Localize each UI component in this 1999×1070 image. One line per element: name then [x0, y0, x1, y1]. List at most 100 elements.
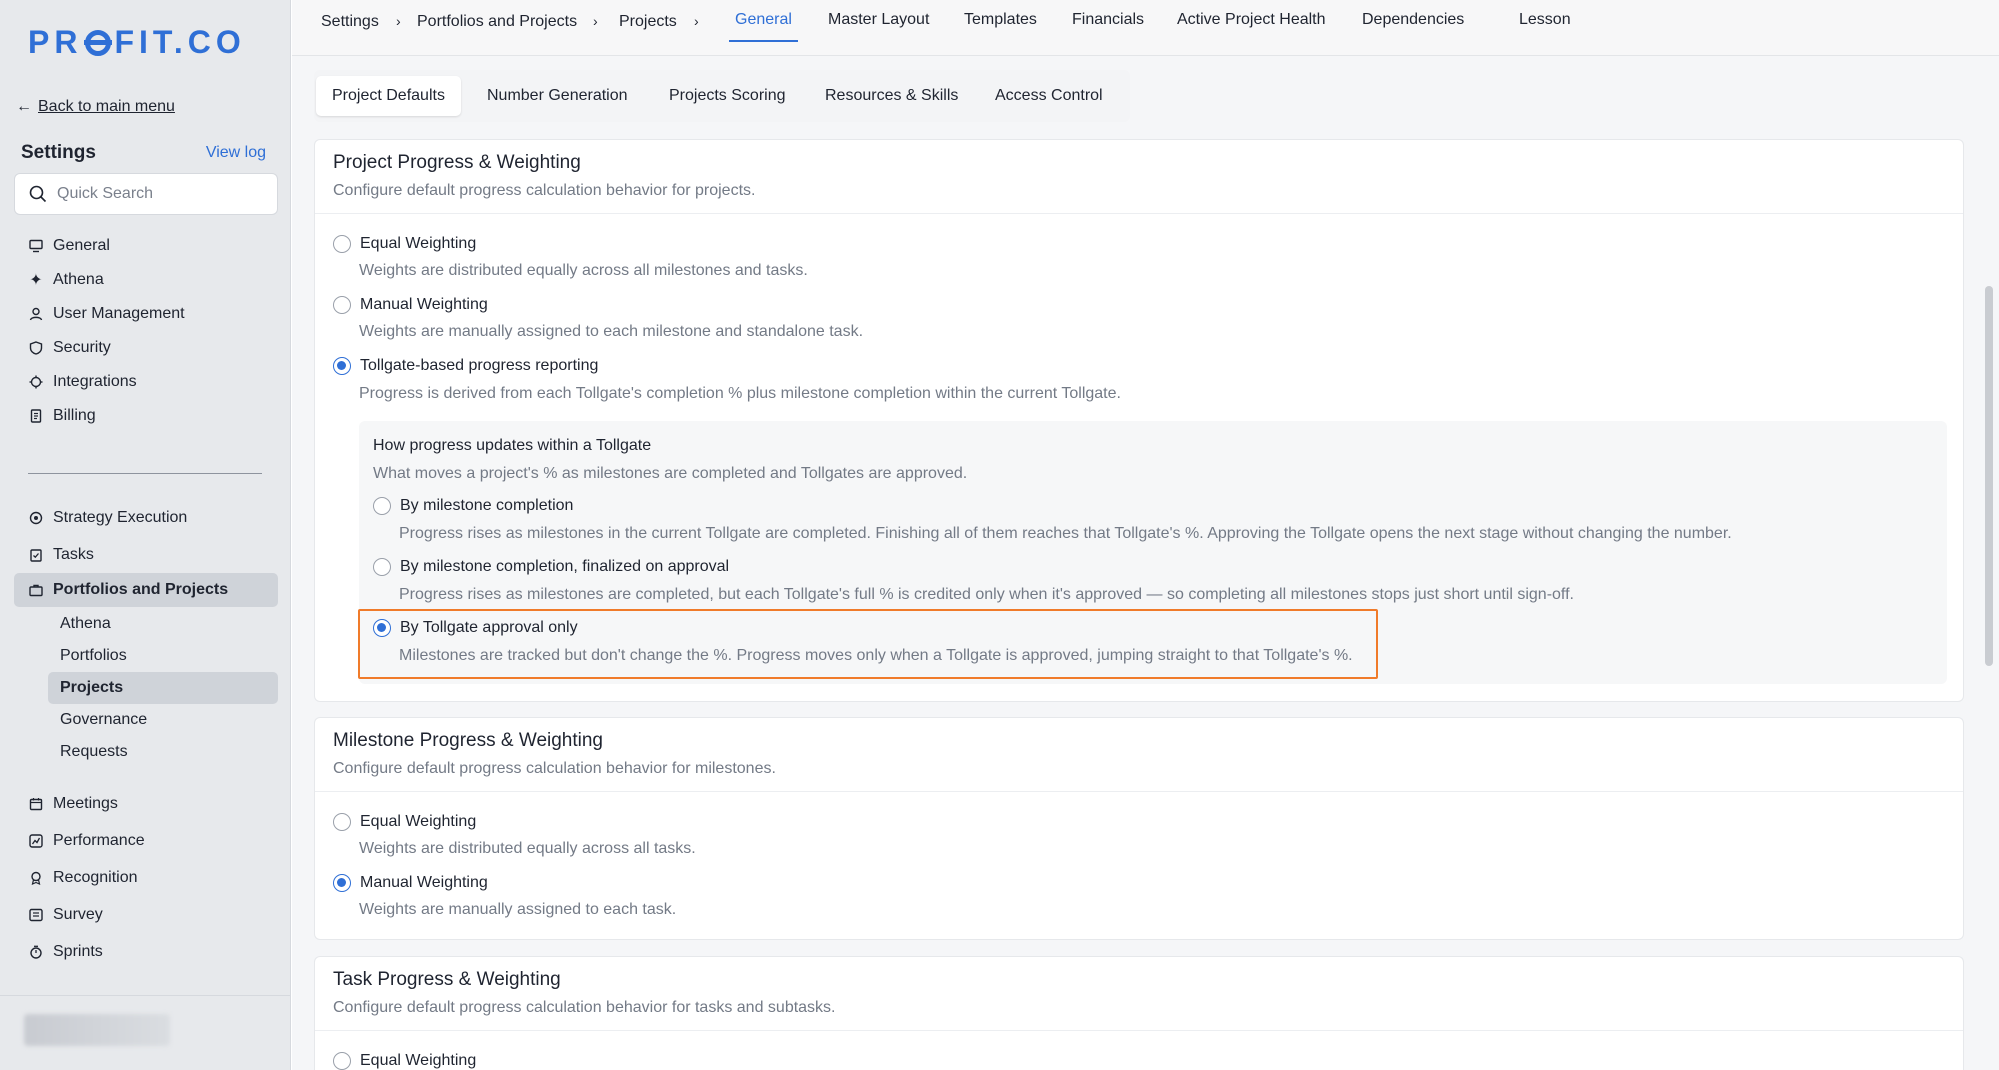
option-desc: Weights are manually assigned to each mi…	[359, 323, 864, 340]
milestone-progress-desc: Configure default progress calculation b…	[333, 760, 776, 777]
option-desc: Progress rises as milestones in the curr…	[399, 525, 1732, 542]
radio-task-equal-weighting[interactable]	[333, 1052, 351, 1070]
option-milestone-equal-weighting[interactable]: Equal Weighting	[333, 813, 476, 831]
nav-recognition[interactable]: Recognition	[14, 859, 278, 896]
tab-general[interactable]: General	[729, 11, 798, 42]
breadcrumb-projects[interactable]: Projects	[619, 13, 677, 31]
main-scrollbar[interactable]	[1985, 286, 1993, 666]
radio-by-milestone-completion[interactable]	[373, 497, 391, 515]
nav-user-management[interactable]: User Management	[14, 297, 278, 331]
project-progress-desc: Configure default progress calculation b…	[333, 182, 756, 199]
subtab-resources-and-skills[interactable]: Resources & Skills	[809, 76, 974, 116]
tab-active-project-health[interactable]: Active Project Health	[1177, 11, 1326, 29]
tab-lesson[interactable]: Lesson	[1519, 11, 1571, 29]
target-icon	[29, 511, 43, 525]
nav-general[interactable]: General	[14, 229, 278, 263]
sub-item-governance[interactable]: Governance	[14, 704, 278, 736]
nav-label: Athena	[53, 271, 104, 288]
nav-billing[interactable]: Billing	[14, 399, 278, 433]
option-label: Equal Weighting	[360, 1052, 477, 1069]
nav-athena[interactable]: ✦ Athena	[14, 263, 278, 297]
subtab-projects-scoring[interactable]: Projects Scoring	[653, 76, 802, 116]
briefcase-icon	[29, 583, 43, 597]
option-milestone-finalized-on-approval[interactable]: By milestone completion, finalized on ap…	[373, 558, 729, 576]
back-to-main-menu-link[interactable]: ← Back to main menu	[16, 98, 175, 116]
radio-milestone-finalized-on-approval[interactable]	[373, 558, 391, 576]
task-progress-desc: Configure default progress calculation b…	[333, 999, 836, 1016]
nav-label: Tasks	[53, 545, 94, 563]
search-icon	[29, 185, 47, 203]
arrow-left-icon: ←	[16, 98, 32, 115]
chart-icon	[29, 833, 43, 848]
subtab-number-generation[interactable]: Number Generation	[471, 76, 644, 116]
nav-survey[interactable]: Survey	[14, 896, 278, 933]
receipt-icon	[29, 409, 43, 423]
milestone-progress-title: Milestone Progress & Weighting	[333, 730, 603, 751]
profitco-logo[interactable]: PR FIT.CO	[28, 24, 246, 61]
option-equal-weighting[interactable]: Equal Weighting	[333, 235, 476, 253]
option-manual-weighting[interactable]: Manual Weighting	[333, 296, 488, 314]
option-desc: Weights are manually assigned to each ta…	[359, 901, 677, 918]
tab-financials[interactable]: Financials	[1072, 11, 1144, 29]
quick-search-box[interactable]	[14, 173, 278, 215]
tollgate-settings-desc: What moves a project's % as milestones a…	[373, 465, 968, 482]
nav-performance[interactable]: Performance	[14, 822, 278, 859]
nav-label: Portfolios and Projects	[53, 581, 229, 598]
radio-milestone-manual-weighting[interactable]	[333, 874, 351, 892]
radio-milestone-equal-weighting[interactable]	[333, 813, 351, 831]
option-label: Tollgate-based progress reporting	[360, 357, 599, 374]
sparkle-icon: ✦	[29, 272, 43, 289]
clipboard-icon	[29, 548, 43, 562]
tollgate-settings-title: How progress updates within a Tollgate	[373, 437, 652, 454]
view-log-link[interactable]: View log	[206, 144, 266, 162]
sidebar-footer	[0, 995, 291, 1070]
quick-search-input[interactable]	[57, 185, 257, 203]
breadcrumb-settings[interactable]: Settings	[321, 13, 379, 31]
tab-dependencies[interactable]: Dependencies	[1362, 11, 1464, 29]
option-desc: Progress rises as milestones are complet…	[399, 586, 1574, 603]
user-avatar[interactable]	[24, 1014, 170, 1046]
task-progress-card: Task Progress & Weighting Configure defa…	[314, 956, 1964, 1070]
nav-sprints[interactable]: Sprints	[14, 933, 278, 970]
option-tollgate-based[interactable]: Tollgate-based progress reporting	[333, 357, 598, 375]
sub-item-portfolios[interactable]: Portfolios	[14, 640, 278, 672]
radio-manual-weighting[interactable]	[333, 296, 351, 314]
tab-templates[interactable]: Templates	[964, 11, 1037, 29]
calendar-icon	[29, 797, 43, 811]
nav-security[interactable]: Security	[14, 331, 278, 365]
list-icon	[29, 908, 43, 922]
option-milestone-manual-weighting[interactable]: Manual Weighting	[333, 874, 488, 892]
nav-portfolios-and-projects[interactable]: Portfolios and Projects	[14, 573, 278, 607]
sub-item-athena[interactable]: Athena	[14, 608, 278, 640]
nav-label: General	[53, 237, 110, 254]
option-desc: Weights are distributed equally across a…	[359, 840, 696, 857]
radio-equal-weighting[interactable]	[333, 235, 351, 253]
top-bar: Settings › Portfolios and Projects › Pro…	[292, 0, 1999, 56]
radio-tollgate-based[interactable]	[333, 357, 351, 375]
option-desc: Weights are distributed equally across a…	[359, 262, 808, 279]
nav-sub-items: Athena Portfolios Projects Governance Re…	[14, 608, 278, 768]
option-task-equal-weighting[interactable]: Equal Weighting	[333, 1052, 476, 1070]
nav-label: Billing	[53, 407, 96, 424]
nav-strategy-execution[interactable]: Strategy Execution	[14, 499, 278, 536]
option-label: By milestone completion, finalized on ap…	[400, 558, 730, 575]
back-link-label: Back to main menu	[38, 98, 175, 115]
nav-integrations[interactable]: Integrations	[14, 365, 278, 399]
option-label: By milestone completion	[400, 497, 574, 514]
breadcrumb-portfolios-and-projects[interactable]: Portfolios and Projects	[417, 13, 577, 31]
tab-master-layout[interactable]: Master Layout	[828, 11, 929, 29]
logo-gear-icon	[84, 29, 113, 56]
nav-label: Integrations	[53, 373, 137, 390]
card-divider	[315, 1030, 1963, 1031]
sidebar-divider	[28, 473, 262, 474]
nav-meetings[interactable]: Meetings	[14, 785, 278, 822]
sub-item-requests[interactable]: Requests	[14, 736, 278, 768]
sub-item-projects[interactable]: Projects	[48, 672, 278, 704]
nav-label: Sprints	[53, 942, 103, 960]
option-by-milestone-completion[interactable]: By milestone completion	[373, 497, 573, 515]
plug-icon	[29, 375, 43, 389]
subtab-project-defaults[interactable]: Project Defaults	[316, 76, 461, 116]
sidebar: PR FIT.CO ← Back to main menu Settings Vi…	[0, 0, 291, 1070]
subtab-access-control[interactable]: Access Control	[979, 76, 1119, 116]
nav-tasks[interactable]: Tasks	[14, 536, 278, 573]
